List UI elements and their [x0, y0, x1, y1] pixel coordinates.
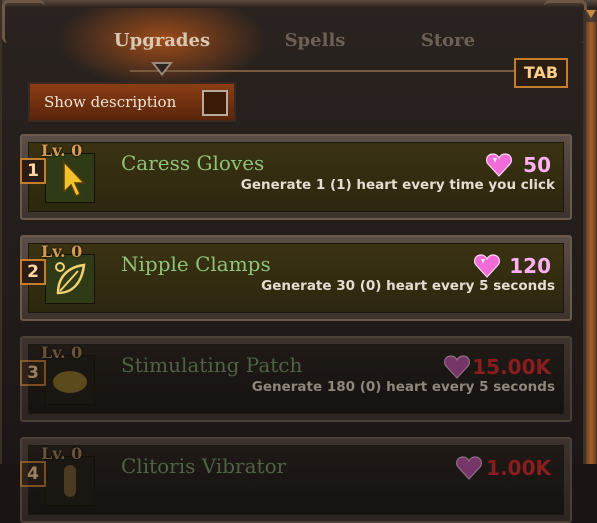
- upgrade-cost: 50: [523, 153, 551, 177]
- upgrade-level: Lv. 0: [41, 242, 83, 261]
- tab-store[interactable]: Store: [393, 30, 503, 51]
- scroll-up-arrow-icon[interactable]: [586, 10, 596, 18]
- panel-top-border: [2, 0, 597, 8]
- scrollbar-thumb[interactable]: [586, 22, 596, 464]
- upgrade-card[interactable]: Lv. 0 Caress Gloves 50 Generate 1 (1) he…: [20, 134, 572, 220]
- heart-gem-icon: [486, 153, 512, 177]
- patch-icon: [53, 371, 87, 393]
- upgrade-name: Nipple Clamps: [121, 252, 271, 276]
- upgrade-description: Generate 30 (0) heart every 5 seconds: [261, 278, 555, 294]
- upgrade-card[interactable]: Lv. 0 Nipple Clamps 120 Generate 30 (0) …: [20, 235, 572, 321]
- upgrade-icon-frame: [45, 355, 95, 405]
- show-description-checkbox[interactable]: [202, 90, 228, 116]
- upgrade-name: Clitoris Vibrator: [121, 454, 287, 478]
- tab-underline: [130, 70, 514, 72]
- upgrade-level: Lv. 0: [41, 141, 83, 160]
- upgrade-icon-frame: [45, 254, 95, 304]
- heart-gem-icon: [474, 254, 500, 278]
- upgrade-hotkey: 2: [20, 259, 46, 285]
- upgrade-cost: 15.00K: [472, 355, 551, 379]
- show-description-label: Show description: [44, 93, 177, 111]
- upgrade-name: Stimulating Patch: [121, 353, 303, 377]
- heart-gem-icon: [444, 355, 470, 379]
- card-inner: Lv. 0 Caress Gloves 50 Generate 1 (1) he…: [28, 141, 564, 212]
- upgrade-cost: 1.00K: [486, 456, 551, 480]
- leaf-icon: [55, 262, 86, 295]
- tab-hotkey-badge[interactable]: TAB: [514, 58, 568, 88]
- heart-gem-icon: [456, 456, 482, 480]
- tab-upgrades[interactable]: Upgrades: [107, 30, 217, 51]
- vibrator-icon: [64, 465, 76, 497]
- upgrade-hotkey: 4: [20, 461, 46, 487]
- tab-spells[interactable]: Spells: [260, 30, 370, 51]
- corner-ornament-right: [544, 0, 587, 43]
- show-description-toggle[interactable]: Show description: [28, 82, 236, 122]
- upgrade-hotkey: 1: [20, 158, 46, 184]
- upgrade-icon-frame: [45, 153, 95, 203]
- upgrade-description: Generate 180 (0) heart every 5 seconds: [251, 379, 555, 395]
- upgrade-cost: 120: [509, 254, 551, 278]
- corner-ornament-left: [2, 0, 45, 43]
- card-inner: Lv. 0 Nipple Clamps 120 Generate 30 (0) …: [28, 242, 564, 313]
- upgrade-card[interactable]: Lv. 0 Clitoris Vibrator 1.00K 4: [20, 437, 572, 523]
- upgrade-description: Generate 1 (1) heart every time you clic…: [240, 177, 555, 193]
- upgrade-panel: Upgrades Spells Store TAB Show descripti…: [0, 0, 597, 523]
- upgrade-hotkey: 3: [20, 360, 46, 386]
- card-inner: Lv. 0 Stimulating Patch 15.00K Generate …: [28, 343, 564, 414]
- active-tab-indicator-inner: [155, 64, 169, 73]
- card-inner: Lv. 0 Clitoris Vibrator 1.00K: [28, 444, 564, 515]
- upgrade-level: Lv. 0: [41, 444, 83, 463]
- upgrade-name: Caress Gloves: [121, 151, 265, 175]
- upgrade-level: Lv. 0: [41, 343, 83, 362]
- tab-bar: Upgrades Spells Store: [72, 24, 532, 60]
- cursor-icon: [63, 160, 86, 198]
- upgrade-card[interactable]: Lv. 0 Stimulating Patch 15.00K Generate …: [20, 336, 572, 422]
